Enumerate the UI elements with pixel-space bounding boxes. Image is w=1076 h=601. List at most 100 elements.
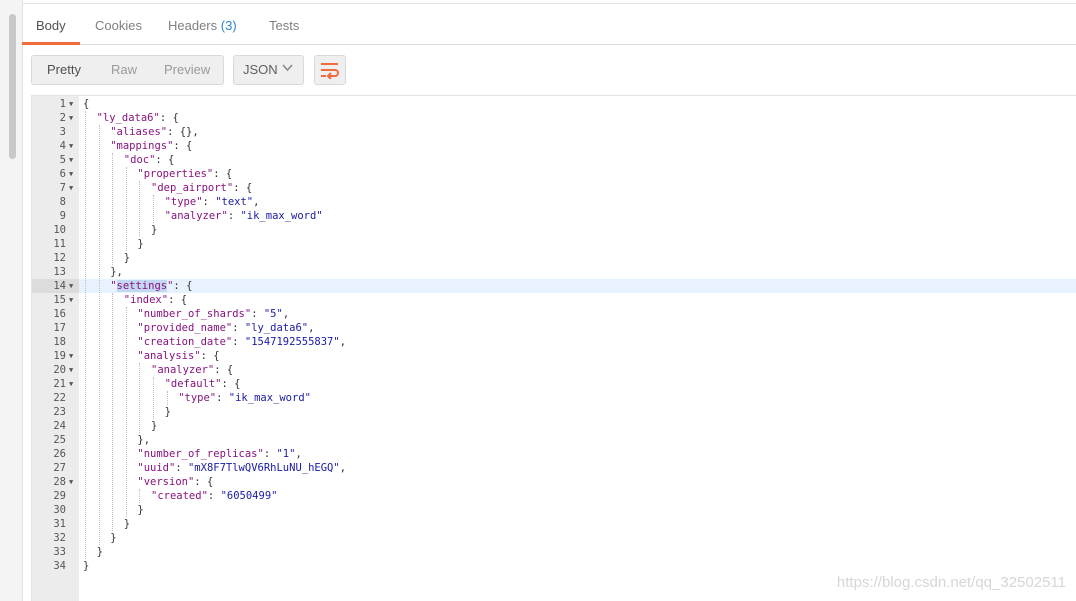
line-content: "version": {: [137, 475, 213, 489]
indent-guide: [112, 153, 114, 265]
tab-tests[interactable]: Tests: [269, 8, 299, 44]
code-line: 4 ▼ "mappings": {: [32, 139, 1076, 153]
json-punctuation: },: [110, 266, 123, 278]
code-line: 12}: [32, 251, 1076, 265]
json-punctuation: : {: [155, 154, 175, 166]
json-punctuation: : {: [173, 280, 193, 292]
json-punctuation: : {: [200, 350, 220, 362]
preview-button[interactable]: Preview: [164, 56, 210, 84]
tab-cookies-label: Cookies: [95, 18, 142, 33]
tab-headers[interactable]: Headers (3): [168, 8, 237, 44]
code-line: 16 "number_of_shards": "5",: [32, 307, 1076, 321]
response-body-editor[interactable]: 1 ▼{2 ▼ "ly_data6": {3 "aliases": {}, 4 ▼ "mapp…: [31, 95, 1076, 601]
fold-arrow-icon[interactable]: ▼: [69, 279, 73, 293]
indent-guide: [98, 125, 100, 545]
code-line: 20 ▼ "analyzer": {: [32, 363, 1076, 377]
format-select[interactable]: JSON: [233, 55, 304, 85]
json-key: "uuid": [137, 462, 176, 474]
code-line: 11}: [32, 237, 1076, 251]
json-punctuation: }: [123, 252, 131, 264]
fold-arrow-icon[interactable]: ▼: [69, 363, 73, 377]
line-content: "doc": {: [124, 153, 175, 167]
line-content: }: [137, 237, 143, 251]
json-string: "ik_max_word": [240, 210, 323, 222]
json-punctuation: : {: [159, 112, 179, 124]
json-punctuation: ,: [339, 462, 347, 474]
json-key: "number_of_replicas": [137, 448, 264, 460]
code-line: 18 "creation_date": "1547192555837",: [32, 335, 1076, 349]
outer-scrollbar-thumb[interactable]: [9, 14, 16, 159]
fold-arrow-icon[interactable]: ▼: [69, 153, 73, 167]
line-number: 9: [59, 210, 66, 222]
indent-guide: [139, 489, 141, 503]
code-line: 9 "analyzer": "ik_max_word": [32, 209, 1076, 223]
code-line: 3 "aliases": {},: [32, 125, 1076, 139]
tab-tests-label: Tests: [269, 18, 300, 33]
json-punctuation: :: [202, 196, 216, 208]
indent-guide: [139, 363, 141, 433]
line-number: 30: [53, 504, 66, 516]
tab-body[interactable]: Body: [22, 8, 80, 45]
line-number: 23: [53, 406, 66, 418]
code-line: 31}: [32, 517, 1076, 531]
indent-guide: [166, 391, 168, 405]
response-tabs: Body Cookies Headers (3) Tests: [22, 8, 1076, 45]
line-number: 11: [53, 238, 66, 250]
fold-arrow-icon[interactable]: ▼: [69, 475, 73, 489]
line-number: 5: [59, 154, 66, 166]
json-punctuation: ,: [295, 448, 302, 460]
fold-arrow-icon[interactable]: ▼: [69, 293, 73, 307]
line-number: 13: [53, 266, 66, 278]
json-punctuation: : {},: [167, 126, 199, 138]
json-key: "properties": [137, 168, 214, 180]
line-content: },: [137, 433, 150, 447]
line-number: 2: [59, 112, 66, 124]
indent-guide: [153, 195, 154, 223]
json-punctuation: : {: [168, 294, 188, 306]
code-line: 26 "number_of_replicas": "1",: [32, 447, 1076, 461]
json-key: "creation_date": [137, 336, 233, 348]
code-line: 5 ▼ "doc": {: [32, 153, 1076, 167]
line-number: 26: [53, 448, 66, 460]
code-line: 8 "type": "text",: [32, 195, 1076, 209]
json-punctuation: }: [96, 546, 103, 558]
left-panel-edge: [0, 0, 23, 601]
line-content: "ly_data6": {: [97, 111, 179, 125]
json-punctuation: },: [137, 434, 151, 446]
wrap-lines-button[interactable]: [314, 55, 346, 85]
json-punctuation: }: [83, 560, 90, 572]
json-string: "ik_max_word": [228, 392, 311, 404]
indent-guide: [125, 307, 127, 517]
indent-guide: [85, 111, 86, 559]
fold-arrow-icon[interactable]: ▼: [69, 167, 73, 181]
json-key: "type": [164, 196, 203, 208]
line-content: "dep_airport": {: [151, 181, 252, 195]
tab-headers-label: Headers: [168, 18, 218, 33]
tab-cookies[interactable]: Cookies: [95, 8, 142, 44]
fold-arrow-icon[interactable]: ▼: [69, 111, 73, 125]
line-number: 34: [53, 560, 66, 572]
fold-arrow-icon[interactable]: ▼: [69, 349, 73, 363]
pretty-button[interactable]: Pretty: [47, 56, 81, 84]
chevron-down-icon: [282, 64, 293, 72]
line-number: 1: [59, 98, 66, 110]
fold-arrow-icon[interactable]: ▼: [69, 139, 73, 153]
json-string: "5": [263, 308, 283, 320]
json-punctuation: :: [207, 490, 221, 502]
fold-arrow-icon[interactable]: ▼: [69, 181, 73, 195]
code-line: 32}: [32, 531, 1076, 545]
json-key: "doc": [123, 154, 156, 166]
line-number: 16: [53, 308, 66, 320]
fold-arrow-icon[interactable]: ▼: [69, 97, 73, 111]
line-number: 10: [53, 224, 66, 236]
json-key: "settings": [110, 280, 174, 292]
raw-button[interactable]: Raw: [111, 56, 137, 84]
json-key: "mappings": [110, 140, 174, 152]
json-punctuation: : {: [194, 476, 214, 488]
json-key: "index": [123, 294, 169, 306]
line-content: },: [110, 265, 123, 279]
code-line: 10}: [32, 223, 1076, 237]
json-key: "version": [137, 476, 195, 488]
code-line: 13},: [32, 265, 1076, 279]
fold-arrow-icon[interactable]: ▼: [69, 377, 73, 391]
